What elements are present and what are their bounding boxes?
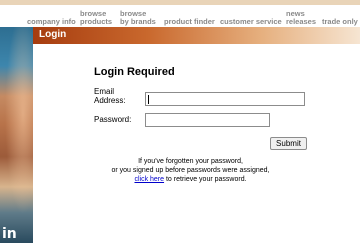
- text-cursor: [148, 95, 149, 104]
- email-field[interactable]: [145, 92, 305, 106]
- nav-company-info[interactable]: company info: [27, 16, 76, 26]
- page-title: Login Required: [94, 66, 175, 78]
- side-photo-highlight: [0, 27, 33, 243]
- nav-company-info-label: company info: [27, 16, 76, 26]
- side-photo-text: in: [2, 226, 17, 242]
- nav-customer-service-label: customer service: [220, 16, 282, 26]
- nav-browse-brands[interactable]: browse by brands: [120, 10, 156, 25]
- nav-news-releases[interactable]: news releases: [286, 10, 316, 25]
- nav-product-finder-label: product finder: [164, 16, 215, 26]
- nav-product-finder[interactable]: product finder: [164, 16, 215, 26]
- main-nav: company info browse products browse by b…: [0, 5, 360, 28]
- password-field[interactable]: [145, 113, 270, 127]
- nav-news-releases-line2: releases: [286, 16, 317, 26]
- nav-browse-products-line2: products: [80, 16, 113, 26]
- login-panel: Login Required Email Address: Password: …: [33, 44, 360, 243]
- help-line-3-rest: to retrieve your password.: [164, 176, 247, 183]
- email-label: Email Address:: [94, 87, 139, 105]
- help-line-2: or you signed up before passwords were a…: [111, 167, 270, 174]
- retrieve-password-link[interactable]: click here: [134, 176, 164, 183]
- email-label-line2: Address:: [94, 96, 126, 105]
- login-header-title: Login: [39, 29, 67, 40]
- login-header-bar: Login: [33, 27, 360, 44]
- side-photo: in: [0, 27, 33, 243]
- nav-trade-only[interactable]: trade only: [322, 16, 358, 26]
- nav-browse-products[interactable]: browse products: [80, 10, 112, 25]
- help-line-1: If you've forgotten your password,: [138, 158, 243, 165]
- help-line-3: click here to retrieve your password.: [93, 175, 288, 184]
- nav-browse-brands-line2: by brands: [120, 16, 156, 26]
- submit-button[interactable]: Submit: [270, 137, 307, 150]
- password-label: Password:: [94, 115, 132, 124]
- nav-trade-only-label: trade only: [322, 16, 358, 26]
- email-label-line1: Email: [94, 87, 115, 96]
- nav-customer-service[interactable]: customer service: [220, 16, 282, 26]
- forgot-password-help: If you've forgotten your password, or yo…: [93, 157, 288, 184]
